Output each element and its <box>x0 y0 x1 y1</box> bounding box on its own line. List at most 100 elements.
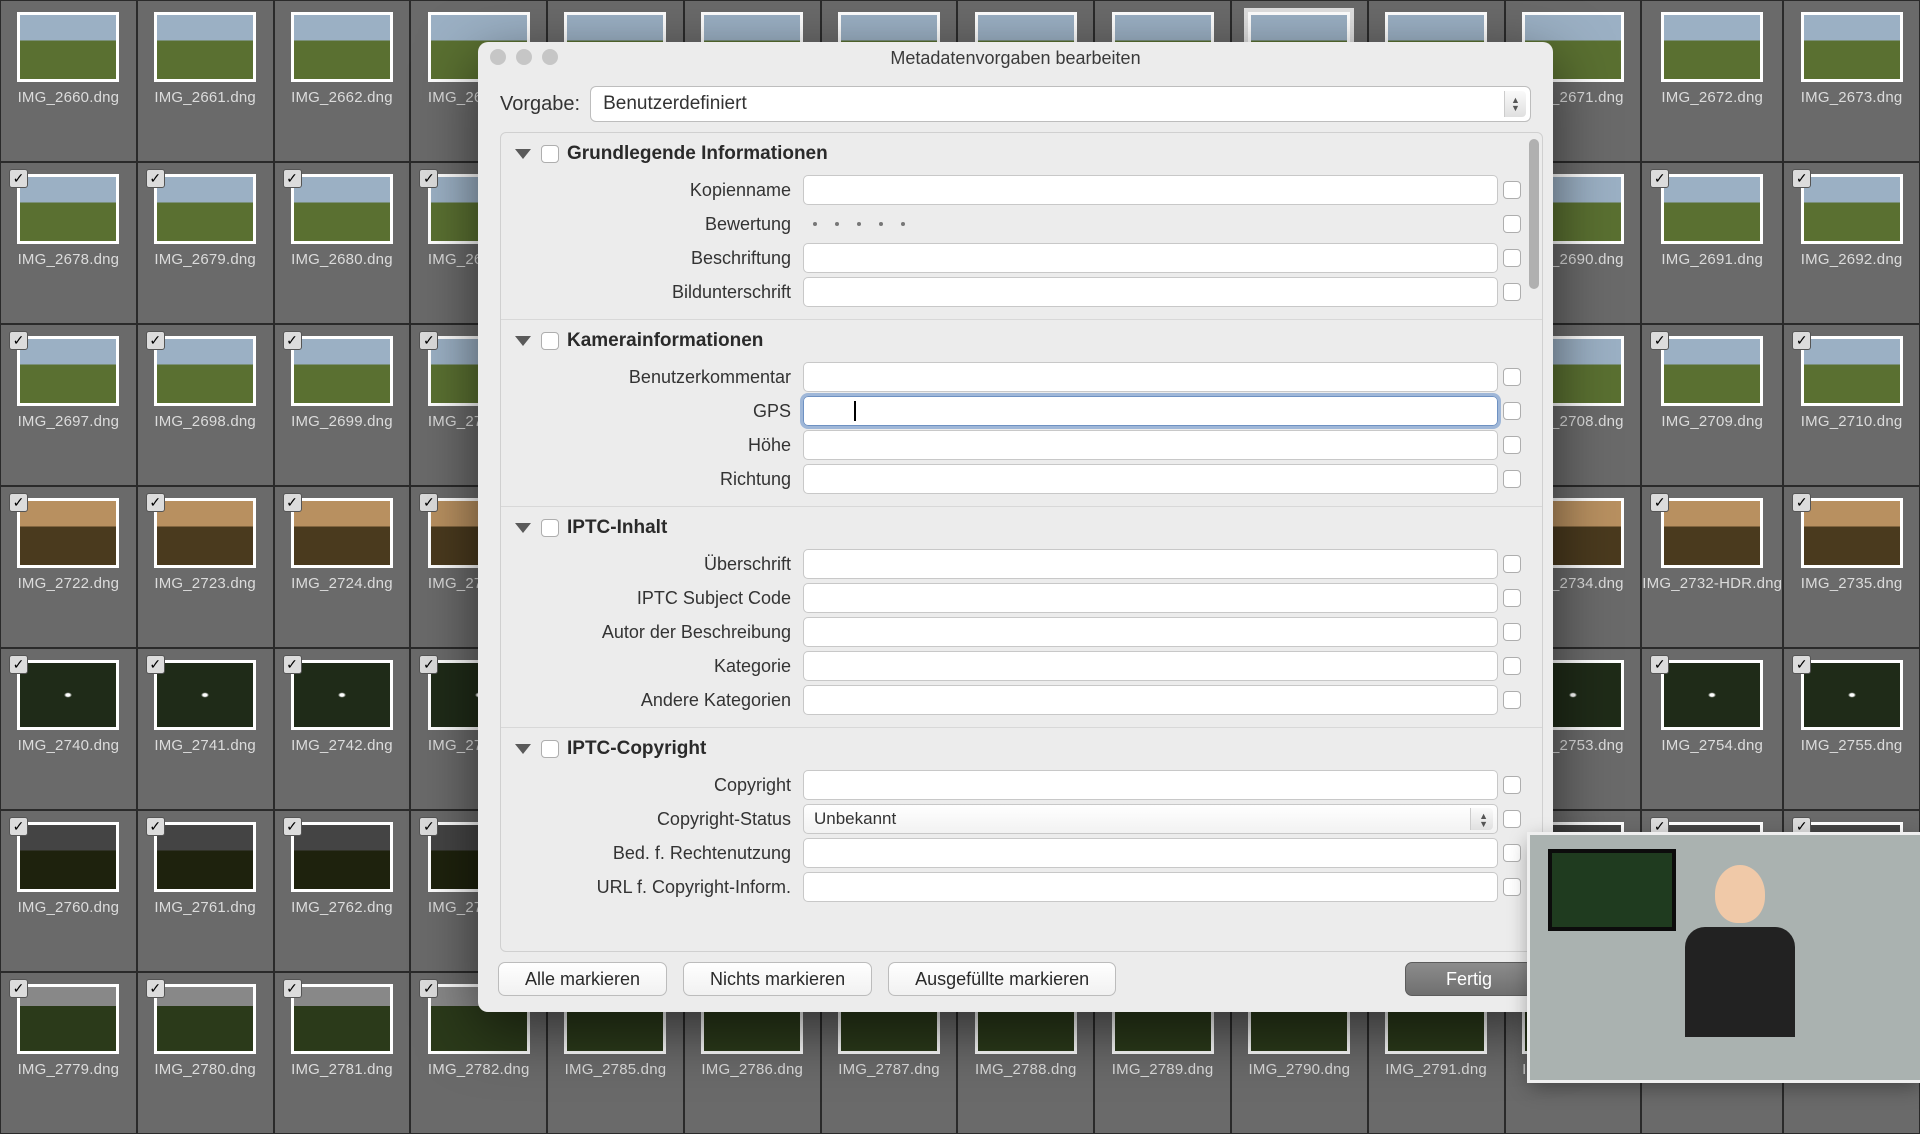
thumbnail-checkbox[interactable]: ✓ <box>146 817 165 836</box>
thumbnail-checkbox[interactable]: ✓ <box>1792 655 1811 674</box>
thumbnail-cell[interactable]: ✓IMG_2692.dng <box>1783 162 1920 324</box>
thumbnail-image[interactable] <box>1664 501 1760 565</box>
thumbnail-cell[interactable]: ✓IMG_2699.dng <box>274 324 411 486</box>
thumbnail-cell[interactable]: IMG_2661.dng <box>137 0 274 162</box>
thumbnail-checkbox[interactable]: ✓ <box>1650 817 1669 836</box>
thumbnail-image[interactable] <box>294 177 390 241</box>
thumbnail-cell[interactable]: ✓IMG_2678.dng <box>0 162 137 324</box>
thumbnail-checkbox[interactable]: ✓ <box>146 169 165 188</box>
thumbnail-image[interactable] <box>1804 177 1900 241</box>
mark-none-button[interactable]: Nichts markieren <box>683 962 872 996</box>
thumbnail-checkbox[interactable]: ✓ <box>283 979 302 998</box>
thumbnail-image[interactable] <box>1804 501 1900 565</box>
thumbnail-checkbox[interactable]: ✓ <box>1792 331 1811 350</box>
section-iptc-checkbox[interactable] <box>541 519 559 537</box>
minimize-icon[interactable] <box>516 49 532 65</box>
thumbnail-checkbox[interactable]: ✓ <box>9 331 28 350</box>
thumbnail-checkbox[interactable]: ✓ <box>146 979 165 998</box>
rating-input[interactable] <box>803 209 1498 239</box>
thumbnail-cell[interactable]: ✓IMG_2698.dng <box>137 324 274 486</box>
zoom-icon[interactable] <box>542 49 558 65</box>
thumbnail-image[interactable] <box>294 15 390 79</box>
thumbnail-checkbox[interactable]: ✓ <box>419 817 438 836</box>
othercat-checkbox[interactable] <box>1503 691 1521 709</box>
copyname-checkbox[interactable] <box>1503 181 1521 199</box>
copyright-checkbox[interactable] <box>1503 776 1521 794</box>
thumbnail-image[interactable] <box>1804 339 1900 403</box>
disclosure-triangle-icon[interactable] <box>515 744 531 754</box>
mark-all-button[interactable]: Alle markieren <box>498 962 667 996</box>
mark-filled-button[interactable]: Ausgefüllte markieren <box>888 962 1116 996</box>
thumbnail-cell[interactable]: ✓IMG_2780.dng <box>137 972 274 1134</box>
direction-input[interactable] <box>803 464 1498 494</box>
copyright-status-checkbox[interactable] <box>1503 810 1521 828</box>
thumbnail-checkbox[interactable]: ✓ <box>419 169 438 188</box>
thumbnail-cell[interactable]: IMG_2662.dng <box>274 0 411 162</box>
thumbnail-checkbox[interactable]: ✓ <box>146 331 165 350</box>
caption-input[interactable] <box>803 277 1498 307</box>
thumbnail-cell[interactable]: ✓IMG_2710.dng <box>1783 324 1920 486</box>
copyright-input[interactable] <box>803 770 1498 800</box>
scrollbar-thumb[interactable] <box>1529 139 1539 289</box>
thumbnail-checkbox[interactable]: ✓ <box>283 817 302 836</box>
done-button[interactable]: Fertig <box>1405 962 1533 996</box>
usercomment-input[interactable] <box>803 362 1498 392</box>
thumbnail-image[interactable] <box>157 177 253 241</box>
thumbnail-image[interactable] <box>1804 663 1900 727</box>
rights-checkbox[interactable] <box>1503 844 1521 862</box>
thumbnail-cell[interactable]: ✓IMG_2741.dng <box>137 648 274 810</box>
thumbnail-image[interactable] <box>157 501 253 565</box>
usercomment-checkbox[interactable] <box>1503 368 1521 386</box>
disclosure-triangle-icon[interactable] <box>515 523 531 533</box>
thumbnail-cell[interactable]: ✓IMG_2723.dng <box>137 486 274 648</box>
section-basic-header[interactable]: Grundlegende Informationen <box>501 133 1542 173</box>
thumbnail-cell[interactable]: ✓IMG_2779.dng <box>0 972 137 1134</box>
subject-input[interactable] <box>803 583 1498 613</box>
thumbnail-cell[interactable]: ✓IMG_2755.dng <box>1783 648 1920 810</box>
thumbnail-image[interactable] <box>294 987 390 1051</box>
section-copyright-checkbox[interactable] <box>541 740 559 758</box>
thumbnail-cell[interactable]: ✓IMG_2722.dng <box>0 486 137 648</box>
thumbnail-image[interactable] <box>20 987 116 1051</box>
thumbnail-checkbox[interactable]: ✓ <box>9 655 28 674</box>
thumbnail-cell[interactable]: IMG_2672.dng <box>1641 0 1783 162</box>
thumbnail-checkbox[interactable]: ✓ <box>1650 169 1669 188</box>
gps-input[interactable] <box>803 396 1498 426</box>
thumbnail-cell[interactable]: ✓IMG_2679.dng <box>137 162 274 324</box>
thumbnail-checkbox[interactable]: ✓ <box>283 493 302 512</box>
thumbnail-checkbox[interactable]: ✓ <box>419 331 438 350</box>
thumbnail-cell[interactable]: ✓IMG_2781.dng <box>274 972 411 1134</box>
label-input[interactable] <box>803 243 1498 273</box>
thumbnail-checkbox[interactable]: ✓ <box>283 169 302 188</box>
thumbnail-image[interactable] <box>294 501 390 565</box>
thumbnail-image[interactable] <box>20 501 116 565</box>
thumbnail-image[interactable] <box>294 663 390 727</box>
thumbnail-checkbox[interactable]: ✓ <box>9 979 28 998</box>
thumbnail-cell[interactable]: IMG_2660.dng <box>0 0 137 162</box>
thumbnail-cell[interactable]: IMG_2673.dng <box>1783 0 1920 162</box>
thumbnail-checkbox[interactable]: ✓ <box>1650 493 1669 512</box>
thumbnail-checkbox[interactable]: ✓ <box>419 655 438 674</box>
thumbnail-cell[interactable]: ✓IMG_2709.dng <box>1641 324 1783 486</box>
descauthor-input[interactable] <box>803 617 1498 647</box>
thumbnail-image[interactable] <box>20 825 116 889</box>
thumbnail-image[interactable] <box>1804 15 1900 79</box>
thumbnail-cell[interactable]: ✓IMG_2732-HDR.dng <box>1641 486 1783 648</box>
copyname-input[interactable] <box>803 175 1498 205</box>
thumbnail-checkbox[interactable]: ✓ <box>146 493 165 512</box>
descauthor-checkbox[interactable] <box>1503 623 1521 641</box>
headline-input[interactable] <box>803 549 1498 579</box>
thumbnail-image[interactable] <box>1664 339 1760 403</box>
thumbnail-checkbox[interactable]: ✓ <box>1792 817 1811 836</box>
thumbnail-checkbox[interactable]: ✓ <box>9 493 28 512</box>
caption-checkbox[interactable] <box>1503 283 1521 301</box>
thumbnail-image[interactable] <box>1664 663 1760 727</box>
section-iptc-header[interactable]: IPTC-Inhalt <box>501 507 1542 547</box>
subject-checkbox[interactable] <box>1503 589 1521 607</box>
direction-checkbox[interactable] <box>1503 470 1521 488</box>
thumbnail-cell[interactable]: ✓IMG_2761.dng <box>137 810 274 972</box>
disclosure-triangle-icon[interactable] <box>515 149 531 159</box>
thumbnail-checkbox[interactable]: ✓ <box>9 169 28 188</box>
disclosure-triangle-icon[interactable] <box>515 336 531 346</box>
thumbnail-image[interactable] <box>20 663 116 727</box>
